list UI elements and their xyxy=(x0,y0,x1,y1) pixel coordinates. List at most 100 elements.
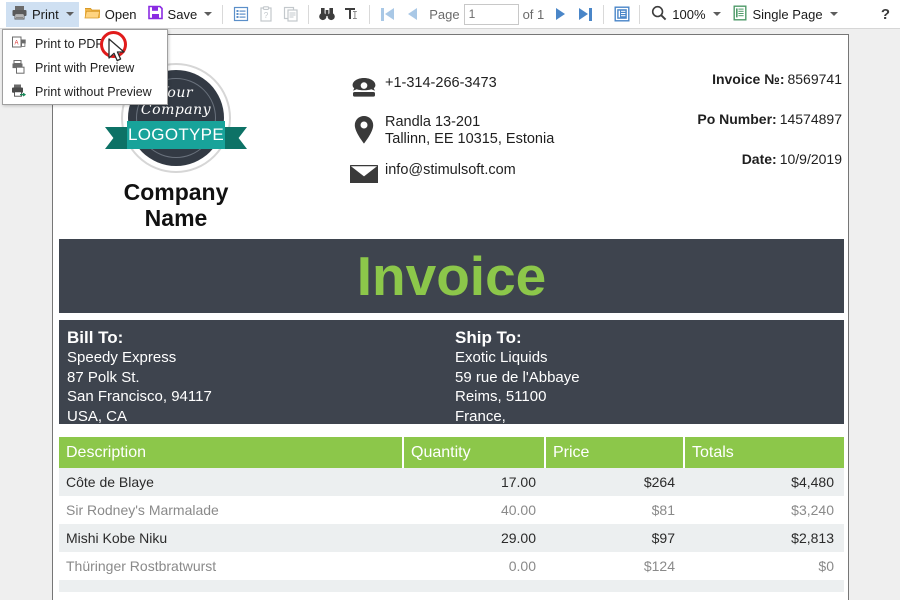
table-row[interactable]: Sir Rodney's Marmalade 40.00 $81 $3,240 xyxy=(59,496,844,524)
svg-text:?: ? xyxy=(263,11,268,20)
invoice-number-value: 8569741 xyxy=(787,71,842,87)
ship-to-block: Ship To: Exotic Liquids 59 rue de l'Abba… xyxy=(447,320,844,424)
magnifier-icon xyxy=(650,4,668,25)
column-header-description: Description xyxy=(59,437,404,468)
invoice-meta: Invoice №:8569741 Po Number:14574897 Dat… xyxy=(542,71,842,191)
toolbar: Print Open Save xyxy=(0,0,900,29)
column-header-price: Price xyxy=(546,437,685,468)
menu-item-print-without-preview[interactable]: Print without Preview xyxy=(3,80,167,104)
thumbnails-icon[interactable] xyxy=(278,2,303,27)
address-line-2: Tallinn, EE 10315, Estonia xyxy=(385,131,554,148)
logo-ribbon: LOGOTYPE xyxy=(105,121,247,155)
open-button[interactable]: Open xyxy=(79,2,142,27)
print-with-preview-icon xyxy=(11,59,27,78)
text-select-icon[interactable] xyxy=(339,2,364,27)
cell-price: $97 xyxy=(546,524,685,552)
menu-item-label: Print without Preview xyxy=(35,85,152,99)
save-button-label: Save xyxy=(168,7,198,22)
svg-text:A: A xyxy=(14,40,18,46)
table-row[interactable]: Thüringer Rostbratwurst 0.00 $124 $0 xyxy=(59,552,844,580)
cell-price: $81 xyxy=(546,496,685,524)
company-name-line-1: Company xyxy=(81,179,271,205)
document-viewer[interactable]: Your Company LOGOTYPE Company Name xyxy=(0,29,900,600)
parameters-icon[interactable]: ? xyxy=(253,2,278,27)
toolbar-separator-3 xyxy=(369,5,370,24)
ship-to-line-4: France, xyxy=(455,407,844,427)
cell-quantity: 0.00 xyxy=(404,552,546,580)
email-address: info@stimulsoft.com xyxy=(385,162,516,179)
page-view-label: Single Page xyxy=(753,7,823,22)
page-label: Page xyxy=(429,7,459,22)
help-button[interactable]: ? xyxy=(881,6,890,23)
location-pin-icon xyxy=(343,114,385,145)
cell-totals: $3,240 xyxy=(685,496,844,524)
invoice-header: Your Company LOGOTYPE Company Name xyxy=(53,63,848,213)
envelope-icon xyxy=(343,162,385,185)
prev-page-button[interactable] xyxy=(400,2,425,27)
open-button-label: Open xyxy=(105,7,137,22)
toolbar-separator-4 xyxy=(603,5,604,24)
document-page: Your Company LOGOTYPE Company Name xyxy=(52,34,849,600)
date-value: 10/9/2019 xyxy=(780,151,842,167)
invoice-number-row: Invoice №:8569741 xyxy=(542,71,842,87)
printer-icon xyxy=(11,4,28,24)
cell-totals: $0 xyxy=(685,552,844,580)
invoice-number-label: Invoice №: xyxy=(712,71,784,87)
print-dropdown-caret[interactable] xyxy=(66,12,74,16)
cell-description: Sir Rodney's Marmalade xyxy=(59,496,404,524)
column-header-quantity: Quantity xyxy=(404,437,546,468)
bill-to-line-1: Speedy Express xyxy=(67,348,447,368)
cell-totals: $4,480 xyxy=(685,468,844,496)
toolbar-separator-1 xyxy=(222,5,223,24)
cell-price: $124 xyxy=(546,552,685,580)
table-body: Côte de Blaye 17.00 $264 $4,480 Sir Rodn… xyxy=(59,468,844,592)
bookmarks-icon[interactable] xyxy=(228,2,253,27)
cell-totals: $2,813 xyxy=(685,524,844,552)
date-row: Date:10/9/2019 xyxy=(542,151,842,167)
page-count-label: of 1 xyxy=(523,7,545,22)
cell-description: Côte de Blaye xyxy=(59,468,404,496)
table-row[interactable]: Mishi Kobe Niku 29.00 $97 $2,813 xyxy=(59,524,844,552)
bill-to-line-3: San Francisco, 94117 xyxy=(67,387,447,407)
last-page-button[interactable] xyxy=(573,2,598,27)
zoom-control[interactable]: 100% xyxy=(645,2,725,27)
po-number-row: Po Number:14574897 xyxy=(542,111,842,127)
menu-item-print-with-preview[interactable]: Print with Preview xyxy=(3,56,167,80)
cell-description: Mishi Kobe Niku xyxy=(59,524,404,552)
table-row[interactable]: Côte de Blaye 17.00 $264 $4,480 xyxy=(59,468,844,496)
cell-quantity: 17.00 xyxy=(404,468,546,496)
table-row-partial xyxy=(59,580,844,592)
print-button-label: Print xyxy=(32,7,59,22)
bill-to-block: Bill To: Speedy Express 87 Polk St. San … xyxy=(59,320,447,424)
bill-to-line-2: 87 Polk St. xyxy=(67,368,447,388)
first-page-button[interactable] xyxy=(375,2,400,27)
folder-icon xyxy=(84,4,101,24)
cell-quantity: 40.00 xyxy=(404,496,546,524)
floppy-save-icon xyxy=(147,4,164,24)
menu-item-print-to-pdf[interactable]: A Print to PDF xyxy=(3,32,167,56)
find-binoculars-icon[interactable] xyxy=(314,2,339,27)
line-items-table: Description Quantity Price Totals Côte d… xyxy=(59,437,844,592)
page-view-dropdown-caret[interactable] xyxy=(830,12,838,16)
ship-to-line-2: 59 rue de l'Abbaye xyxy=(455,368,844,388)
invoice-title-banner: Invoice xyxy=(59,239,844,313)
save-button[interactable]: Save xyxy=(142,2,218,27)
ship-to-line-1: Exotic Liquids xyxy=(455,348,844,368)
print-button[interactable]: Print xyxy=(6,2,79,27)
cell-quantity: 29.00 xyxy=(404,524,546,552)
bill-to-title: Bill To: xyxy=(67,328,447,348)
po-number-value: 14574897 xyxy=(780,111,842,127)
page-number-input[interactable] xyxy=(464,4,519,25)
view-mode-icon[interactable] xyxy=(609,2,634,27)
cell-description: Thüringer Rostbratwurst xyxy=(59,552,404,580)
ship-to-title: Ship To: xyxy=(455,328,844,348)
toolbar-separator-5 xyxy=(639,5,640,24)
invoice-title: Invoice xyxy=(357,249,547,304)
zoom-dropdown-caret[interactable] xyxy=(713,12,721,16)
cell-price: $264 xyxy=(546,468,685,496)
save-dropdown-caret[interactable] xyxy=(204,12,212,16)
next-page-button[interactable] xyxy=(548,2,573,27)
po-number-label: Po Number: xyxy=(697,111,776,127)
page-view-control[interactable]: Single Page xyxy=(726,2,843,27)
print-dropdown-menu[interactable]: A Print to PDF Print with Preview P xyxy=(2,29,168,105)
